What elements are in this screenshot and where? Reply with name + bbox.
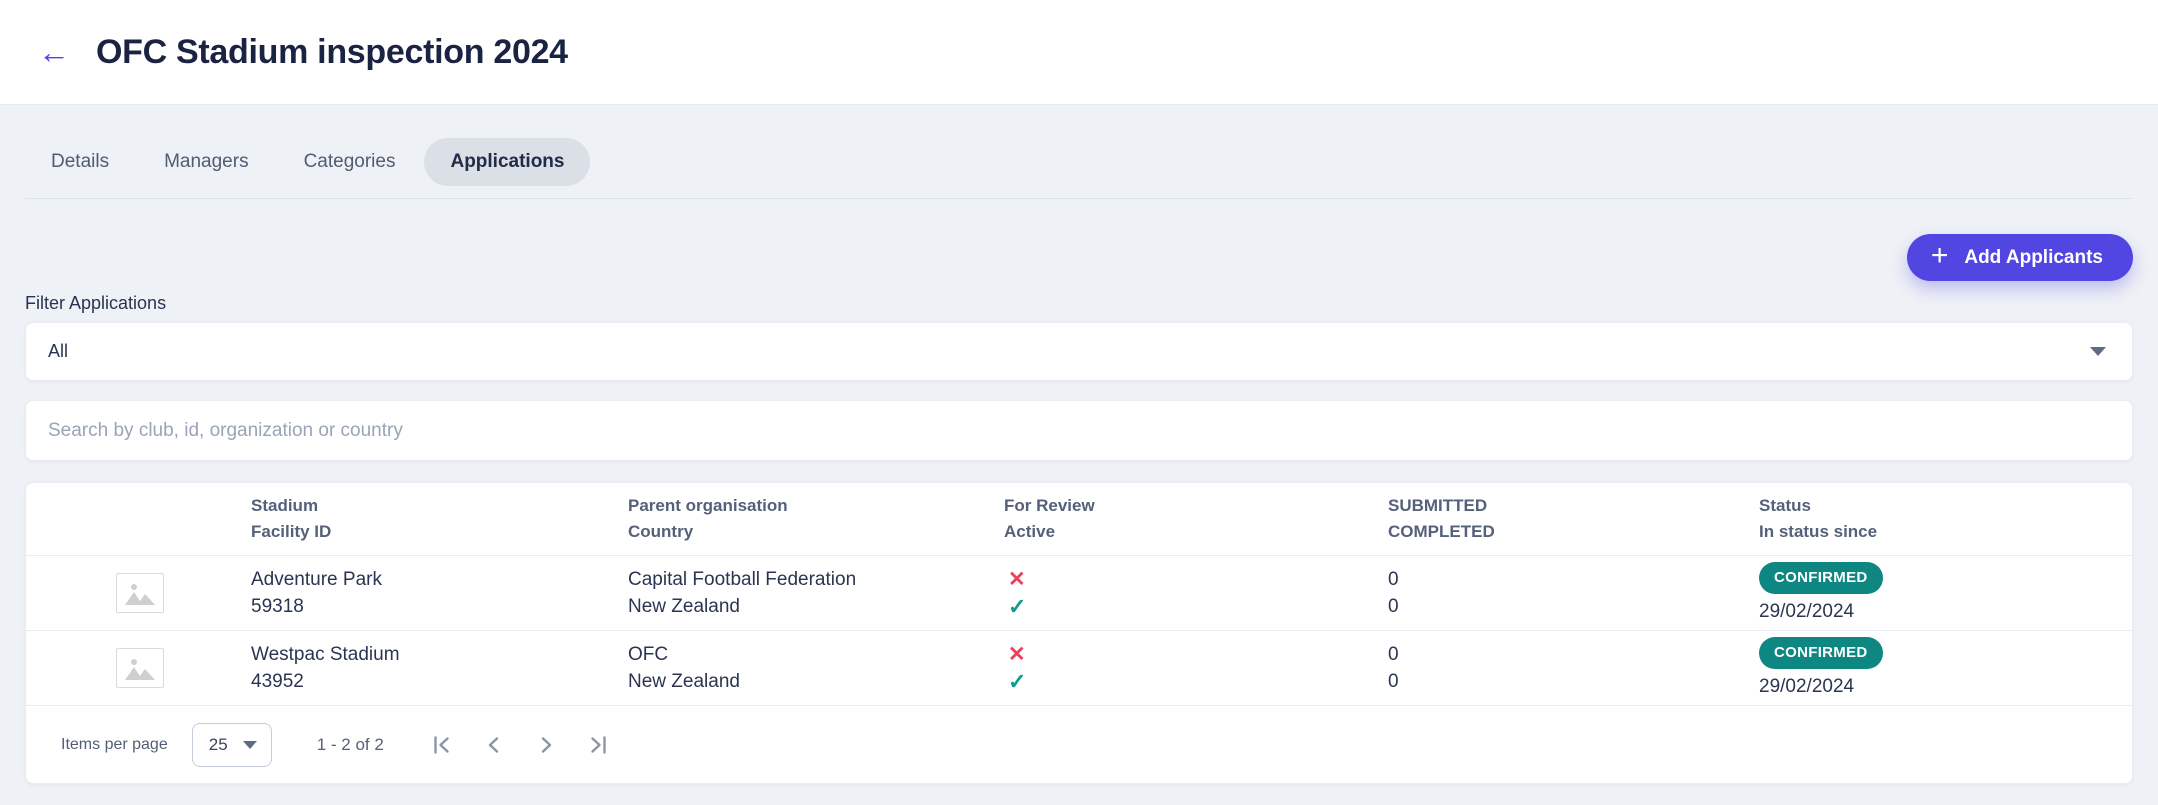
tabs-divider [25, 198, 2133, 199]
column-header-line: Parent organisation [628, 493, 1004, 519]
country: New Zealand [628, 668, 1004, 695]
filter-selected-value: All [48, 341, 68, 362]
column-header-line: In status since [1759, 519, 2132, 545]
search-input[interactable] [25, 400, 2133, 461]
previous-page-icon[interactable] [474, 725, 514, 765]
back-arrow-icon[interactable]: ← [30, 28, 78, 76]
stadium-image-cell [26, 573, 251, 613]
table-row[interactable]: Adventure Park 59318 Capital Football Fe… [26, 555, 2132, 630]
status-cell: CONFIRMED 29/02/2024 [1759, 637, 2132, 700]
parent-organisation-cell: OFC New Zealand [628, 641, 1004, 695]
pagination-range-label: 1 - 2 of 2 [317, 735, 384, 755]
stadium-name: Adventure Park [251, 566, 628, 593]
applications-table: Stadium Facility ID Parent organisation … [25, 482, 2133, 784]
items-per-page-value: 25 [209, 735, 228, 755]
submitted-completed-cell: 0 0 [1388, 641, 1759, 695]
pagination-controls [422, 725, 618, 765]
column-header-status: Status In status since [1759, 493, 2132, 545]
for-review-cross-icon: ✕ [1008, 641, 1388, 668]
parent-organisation: Capital Football Federation [628, 566, 1004, 593]
page: ← OFC Stadium inspection 2024 Details Ma… [0, 0, 2158, 805]
dropdown-caret-icon [243, 741, 257, 749]
completed-count: 0 [1388, 593, 1759, 620]
for-review-cross-icon: ✕ [1008, 566, 1388, 593]
image-placeholder-icon [116, 648, 164, 688]
status-cell: CONFIRMED 29/02/2024 [1759, 562, 2132, 625]
top-bar: ← OFC Stadium inspection 2024 [0, 0, 2158, 105]
submitted-completed-cell: 0 0 [1388, 566, 1759, 620]
page-title: OFC Stadium inspection 2024 [96, 33, 568, 72]
column-header-line: COMPLETED [1388, 519, 1759, 545]
column-header-parent-organisation: Parent organisation Country [628, 493, 1004, 545]
status-badge: CONFIRMED [1759, 637, 1883, 669]
tab-categories[interactable]: Categories [278, 138, 422, 186]
stadium-cell: Westpac Stadium 43952 [251, 641, 628, 695]
column-header-stadium: Stadium Facility ID [251, 493, 628, 545]
stadium-image-cell [26, 648, 251, 688]
column-header-line: Country [628, 519, 1004, 545]
pagination-bar: Items per page 25 1 - 2 of 2 [26, 705, 2132, 783]
in-status-since: 29/02/2024 [1759, 598, 1854, 625]
column-header-line: Stadium [251, 493, 628, 519]
image-placeholder-icon [116, 573, 164, 613]
tab-applications[interactable]: Applications [424, 138, 590, 186]
main-content: Details Managers Categories Applications… [0, 138, 2158, 784]
table-header-row: Stadium Facility ID Parent organisation … [26, 483, 2132, 555]
in-status-since: 29/02/2024 [1759, 673, 1854, 700]
items-per-page-label: Items per page [61, 736, 168, 754]
column-header-for-review: For Review Active [1004, 493, 1388, 545]
tab-bar: Details Managers Categories Applications [25, 138, 2133, 186]
add-applicants-label: Add Applicants [1964, 247, 2103, 269]
first-page-icon[interactable] [422, 725, 462, 765]
filter-select[interactable]: All [25, 322, 2133, 381]
submitted-count: 0 [1388, 641, 1759, 668]
column-header-line: Facility ID [251, 519, 628, 545]
stadium-cell: Adventure Park 59318 [251, 566, 628, 620]
active-check-icon: ✓ [1008, 593, 1388, 620]
parent-organisation: OFC [628, 641, 1004, 668]
filter-applications-label: Filter Applications [25, 293, 2133, 314]
tab-managers[interactable]: Managers [138, 138, 275, 186]
completed-count: 0 [1388, 668, 1759, 695]
table-body: Adventure Park 59318 Capital Football Fe… [26, 555, 2132, 705]
submitted-count: 0 [1388, 566, 1759, 593]
column-header-line: Status [1759, 493, 2132, 519]
add-applicants-button[interactable]: + Add Applicants [1907, 234, 2133, 281]
review-active-cell: ✕ ✓ [1004, 566, 1388, 620]
plus-icon: + [1931, 241, 1949, 271]
toolbar: + Add Applicants [25, 234, 2133, 281]
last-page-icon[interactable] [578, 725, 618, 765]
facility-id: 59318 [251, 593, 628, 620]
column-header-submitted: SUBMITTED COMPLETED [1388, 493, 1759, 545]
status-badge: CONFIRMED [1759, 562, 1883, 594]
table-row[interactable]: Westpac Stadium 43952 OFC New Zealand ✕ … [26, 630, 2132, 705]
country: New Zealand [628, 593, 1004, 620]
parent-organisation-cell: Capital Football Federation New Zealand [628, 566, 1004, 620]
items-per-page-select[interactable]: 25 [192, 723, 272, 767]
column-header-line: Active [1004, 519, 1388, 545]
next-page-icon[interactable] [526, 725, 566, 765]
review-active-cell: ✕ ✓ [1004, 641, 1388, 695]
active-check-icon: ✓ [1008, 668, 1388, 695]
stadium-name: Westpac Stadium [251, 641, 628, 668]
column-header-line: For Review [1004, 493, 1388, 519]
dropdown-caret-icon [2090, 347, 2106, 356]
tab-details[interactable]: Details [25, 138, 135, 186]
column-header-line: SUBMITTED [1388, 493, 1759, 519]
facility-id: 43952 [251, 668, 628, 695]
